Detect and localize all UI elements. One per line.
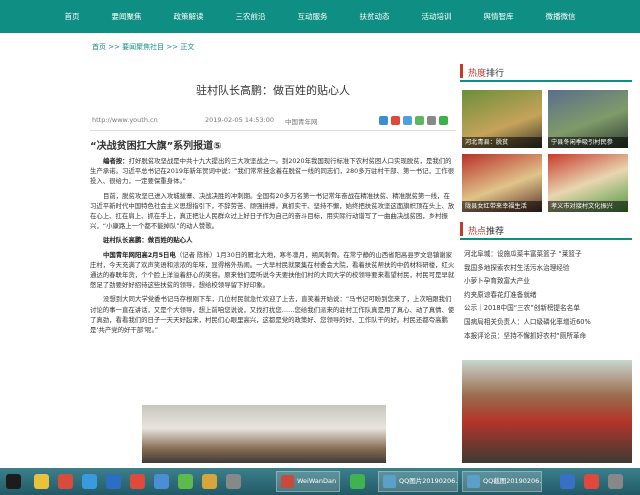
thumb-caption: 孝义市对接村文化振兴 — [548, 201, 628, 212]
article-source: 中国青年网 — [285, 118, 318, 126]
app-icon[interactable] — [226, 474, 241, 489]
wps-icon[interactable] — [130, 474, 145, 489]
paragraph: 没想到大同大学党委书记马存根刚下车，几位村民就急忙欢迎了上去，直笑着开始说：“马… — [90, 295, 455, 335]
nav-item-weibo[interactable]: 微播微信 — [530, 0, 592, 33]
thumb-caption: 河北青县：脱贫 — [462, 137, 542, 148]
article-subtitle: “决战贫困扛大旗”系列报道⑤ — [90, 141, 222, 152]
hot-thumb[interactable]: 河北青县：脱贫 — [462, 90, 542, 148]
hot-thumb[interactable]: 陇县女红带来幸福生活 — [462, 154, 542, 212]
app-icon[interactable] — [560, 474, 575, 489]
app-icon[interactable] — [350, 474, 365, 489]
share-qzone-icon[interactable] — [379, 116, 388, 125]
share-renren-icon[interactable] — [415, 116, 424, 125]
paragraph: 驻村队长高鹏：做百姓的贴心人 — [103, 236, 193, 245]
list-item[interactable]: 国病局相关负责人：人口级磷化率增近60% — [464, 316, 632, 330]
list-item[interactable]: 本报评论员：坚持不懈抓好农村“厕所革命 — [464, 330, 632, 344]
hot-thumb[interactable]: 孝义市对接村文化振兴 — [548, 154, 628, 212]
hot-rank-header: 热度排行 — [460, 60, 632, 82]
taskbar-task[interactable]: QQ截图20190206... — [462, 471, 542, 492]
top-nav: 首页 要闻聚焦 政策解读 三农前沿 互动服务 扶贫动态 活动培训 舆情智库 微播… — [0, 0, 640, 33]
paragraph: 中国青年网阳高2月5日电（记者 陈栎）1月30日的雁北大地，寒冬凛月，朔风刺骨。… — [90, 250, 455, 290]
hot-rank-panel: 热度排行 河北青县：脱贫 宁县冬闲季吸引村民参 陇县女红带来幸福生活 孝义市对接… — [460, 60, 632, 212]
word-icon[interactable] — [154, 474, 169, 489]
hot-thumb-grid: 河北青县：脱贫 宁县冬闲季吸引村民参 陇县女红带来幸福生活 孝义市对接村文化振兴 — [462, 90, 632, 237]
list-item[interactable]: 约夹原谅春花灯准备就绪 — [464, 289, 632, 303]
recommend-title-suffix: 推荐 — [486, 227, 505, 237]
taskbar-task[interactable]: WeiWanDan — [276, 471, 340, 492]
article-title: 驻村队长高鹏：做百姓的贴心人 — [196, 84, 350, 97]
recommend-header: 热点推荐 — [460, 218, 632, 240]
list-item[interactable]: 公示｜2018中国“三农”创新榜提名名单 — [464, 302, 632, 316]
qq-icon[interactable] — [34, 474, 49, 489]
nav-item-focus[interactable]: 要闻聚焦 — [96, 0, 158, 33]
sidebar-photo[interactable] — [462, 360, 632, 463]
app-icon[interactable] — [178, 474, 193, 489]
hot-rank-title-suffix: 排行 — [486, 69, 505, 79]
article-date: 2019-02-05 14:53:00 — [205, 116, 275, 124]
recommend-list: 河北阜城：设施瓜菜丰富菜篮子 “莱篮子 我国多地探索农村生活污水治理经验 小萝卜… — [464, 248, 632, 343]
nav-item-service[interactable]: 互动服务 — [282, 0, 344, 33]
share-icons — [379, 116, 448, 125]
thumb-caption: 陇县女红带来幸福生活 — [462, 201, 542, 212]
article-meta: http://www.youth.cn 2019-02-05 14:53:00 … — [90, 116, 456, 130]
share-weibo-icon[interactable] — [391, 116, 400, 125]
nav-item-training[interactable]: 活动培训 — [406, 0, 468, 33]
app-icon[interactable] — [58, 474, 73, 489]
taskbar: WeiWanDan QQ图片20190206... QQ截图20190206..… — [0, 468, 640, 495]
article-url[interactable]: http://www.youth.cn — [92, 116, 158, 124]
share-tencent-icon[interactable] — [403, 116, 412, 125]
divider — [90, 130, 456, 131]
list-item[interactable]: 小萝卜孕育致富大产业 — [464, 275, 632, 289]
paragraph: 目前，脱贫攻坚已进入攻城拔寨、决战决胜的冲刺期。全国有20多万名第一书记常年奋战… — [90, 191, 455, 231]
task-icon — [383, 475, 396, 488]
article-content: 编者按：打好脱贫攻坚战是中共十九大提出的三大攻坚战之一。到2020年我国现行标准… — [90, 156, 456, 339]
task-icon — [467, 475, 480, 488]
article: 驻村队长高鹏：做百姓的贴心人 http://www.youth.cn 2019-… — [90, 60, 456, 463]
breadcrumb[interactable]: 首页 >> 要闻聚焦社目 >> 正文 — [92, 42, 194, 52]
app-icon[interactable] — [584, 474, 599, 489]
nav-item-poverty[interactable]: 扶贫动态 — [344, 0, 406, 33]
nav-item-policy[interactable]: 政策解读 — [158, 0, 220, 33]
browser-icon[interactable] — [82, 474, 97, 489]
k-app-icon[interactable] — [106, 474, 121, 489]
app-icon[interactable] — [608, 474, 623, 489]
article-photo — [142, 405, 386, 463]
start-icon[interactable] — [6, 474, 21, 489]
header-accent-bar — [460, 222, 463, 236]
recommend-panel: 热点推荐 河北阜城：设施瓜菜丰富菜篮子 “莱篮子 我国多地探索农村生活污水治理经… — [460, 218, 632, 340]
folder-icon[interactable] — [202, 474, 217, 489]
taskbar-task[interactable]: QQ图片20190206... — [378, 471, 458, 492]
thumb-caption: 宁县冬闲季吸引村民参 — [548, 137, 628, 148]
header-accent-bar — [460, 64, 463, 78]
recommend-title: 热点 — [468, 227, 487, 237]
list-item[interactable]: 我国多地探索农村生活污水治理经验 — [464, 262, 632, 276]
hot-rank-title: 热度 — [468, 69, 487, 79]
nav-item-home[interactable]: 首页 — [49, 0, 96, 33]
hot-thumb[interactable]: 宁县冬闲季吸引村民参 — [548, 90, 628, 148]
nav-item-thinktank[interactable]: 舆情智库 — [468, 0, 530, 33]
nav-item-frontier[interactable]: 三农前沿 — [220, 0, 282, 33]
paragraph: 编者按：打好脱贫攻坚战是中共十九大提出的三大攻坚战之一。到2020年我国现行标准… — [90, 157, 455, 186]
share-wechat-icon[interactable] — [439, 116, 448, 125]
share-more-icon[interactable] — [427, 116, 436, 125]
list-item[interactable]: 河北阜城：设施瓜菜丰富菜篮子 “莱篮子 — [464, 248, 632, 262]
task-icon — [281, 475, 294, 488]
